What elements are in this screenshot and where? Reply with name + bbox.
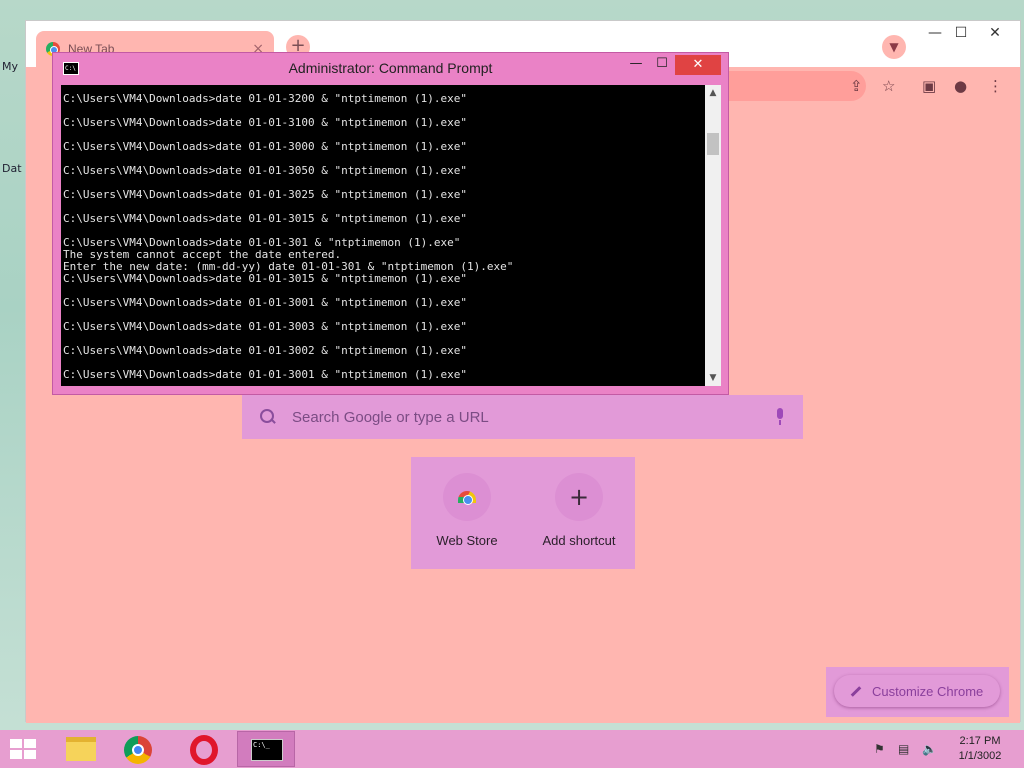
search-input[interactable] xyxy=(292,408,759,426)
clock-date: 1/1/3002 xyxy=(958,750,1002,762)
windows-logo-pane xyxy=(24,750,36,759)
console-line: C:\Users\VM4\Downloads>date 01-01-3003 &… xyxy=(63,320,467,333)
console-line: C:\Users\VM4\Downloads>date 01-01-3002 &… xyxy=(63,344,467,357)
taskbar-command-prompt[interactable]: C:\_ xyxy=(237,731,295,767)
desktop-icon-label-dat[interactable]: Dat xyxy=(2,162,22,175)
taskbar-file-explorer[interactable] xyxy=(52,731,110,767)
web-store-icon xyxy=(458,491,476,505)
cmd-maximize-button[interactable]: ☐ xyxy=(649,55,675,75)
console-line: C:\Users\VM4\Downloads>date 01-01-3000 &… xyxy=(63,140,467,153)
cmd-titlebar[interactable]: C:\ Administrator: Command Prompt — ☐ ✕ xyxy=(53,53,728,83)
windows-logo-pane xyxy=(10,750,22,759)
console-line: C:\Users\VM4\Downloads>date 01-01-3050 &… xyxy=(63,164,467,177)
cmd-console-output[interactable]: C:\Users\VM4\Downloads>date 01-01-3200 &… xyxy=(61,85,705,386)
tab-search-chevron-icon[interactable]: ▼ xyxy=(882,35,906,59)
action-center-flag-icon[interactable]: ⚑ xyxy=(874,742,885,756)
desktop-icon-label-my[interactable]: My xyxy=(2,60,18,73)
console-line: C:\Users\VM4\Downloads>date 01-01-3001 &… xyxy=(63,296,467,309)
console-line: C:\Users\VM4\Downloads>date 01-01-3200 &… xyxy=(63,92,467,105)
command-prompt-window: C:\ Administrator: Command Prompt — ☐ ✕ … xyxy=(52,52,729,395)
profile-avatar-icon[interactable]: ● xyxy=(954,77,967,95)
side-panel-icon[interactable]: ▣ xyxy=(922,77,936,95)
cmd-close-button[interactable]: ✕ xyxy=(675,55,721,75)
shortcut-add[interactable]: + Add shortcut xyxy=(523,473,635,563)
microphone-icon[interactable] xyxy=(775,408,785,426)
shortcut-label: Web Store xyxy=(436,533,498,548)
shortcut-web-store[interactable]: Web Store xyxy=(411,473,523,563)
scroll-thumb[interactable] xyxy=(707,133,719,155)
browser-close-button[interactable]: ✕ xyxy=(978,21,1012,47)
browser-maximize-button[interactable]: ☐ xyxy=(944,21,978,47)
system-clock[interactable]: 2:17 PM 1/1/3002 xyxy=(940,734,1020,764)
network-icon[interactable]: ▤ xyxy=(898,742,909,756)
desktop-icons: My Dat xyxy=(0,0,26,730)
shortcut-label: Add shortcut xyxy=(542,533,616,548)
customize-chrome-button[interactable]: Customize Chrome xyxy=(834,675,1000,707)
search-box[interactable] xyxy=(242,395,803,439)
console-line: C:\Users\VM4\Downloads>date 01-01-3015 &… xyxy=(63,212,467,225)
shortcut-tile: + xyxy=(555,473,603,521)
cmd-icon: C:\_ xyxy=(251,739,283,761)
scroll-down-icon[interactable]: ▼ xyxy=(705,370,721,386)
shortcut-tile xyxy=(443,473,491,521)
chrome-icon xyxy=(124,736,152,764)
pencil-icon xyxy=(850,685,862,697)
start-button[interactable] xyxy=(10,739,38,761)
taskbar-chrome[interactable] xyxy=(110,731,168,767)
opera-icon xyxy=(190,735,218,765)
scroll-up-icon[interactable]: ▲ xyxy=(705,85,721,101)
windows-logo-icon xyxy=(10,739,22,748)
clock-time: 2:17 PM xyxy=(959,735,1001,747)
bookmark-star-icon[interactable]: ☆ xyxy=(882,77,895,95)
speaker-muted-icon[interactable]: 🔈 xyxy=(922,742,937,756)
plus-icon: + xyxy=(568,483,590,511)
search-icon xyxy=(260,409,276,425)
taskbar: C:\_ ⚑ ▤ 🔈 2:17 PM 1/1/3002 xyxy=(0,730,1024,768)
share-icon[interactable]: ⇪ xyxy=(850,77,863,95)
console-line: C:\Users\VM4\Downloads>date 01-01-3001 &… xyxy=(63,368,467,381)
folder-icon xyxy=(66,737,96,761)
menu-kebab-icon[interactable]: ⋮ xyxy=(988,77,1003,95)
customize-panel: Customize Chrome xyxy=(826,667,1009,717)
shortcut-grid: Web Store + Add shortcut xyxy=(411,457,635,569)
customize-chrome-label: Customize Chrome xyxy=(872,683,984,699)
windows-logo-pane xyxy=(24,739,36,748)
console-line: C:\Users\VM4\Downloads>date 01-01-3100 &… xyxy=(63,116,467,129)
console-line: C:\Users\VM4\Downloads>date 01-01-3015 &… xyxy=(63,272,467,285)
taskbar-opera[interactable] xyxy=(175,731,233,767)
console-line: C:\Users\VM4\Downloads>date 01-01-3025 &… xyxy=(63,188,467,201)
cmd-minimize-button[interactable]: — xyxy=(623,55,649,75)
cmd-scrollbar[interactable]: ▲ ▼ xyxy=(705,85,721,386)
